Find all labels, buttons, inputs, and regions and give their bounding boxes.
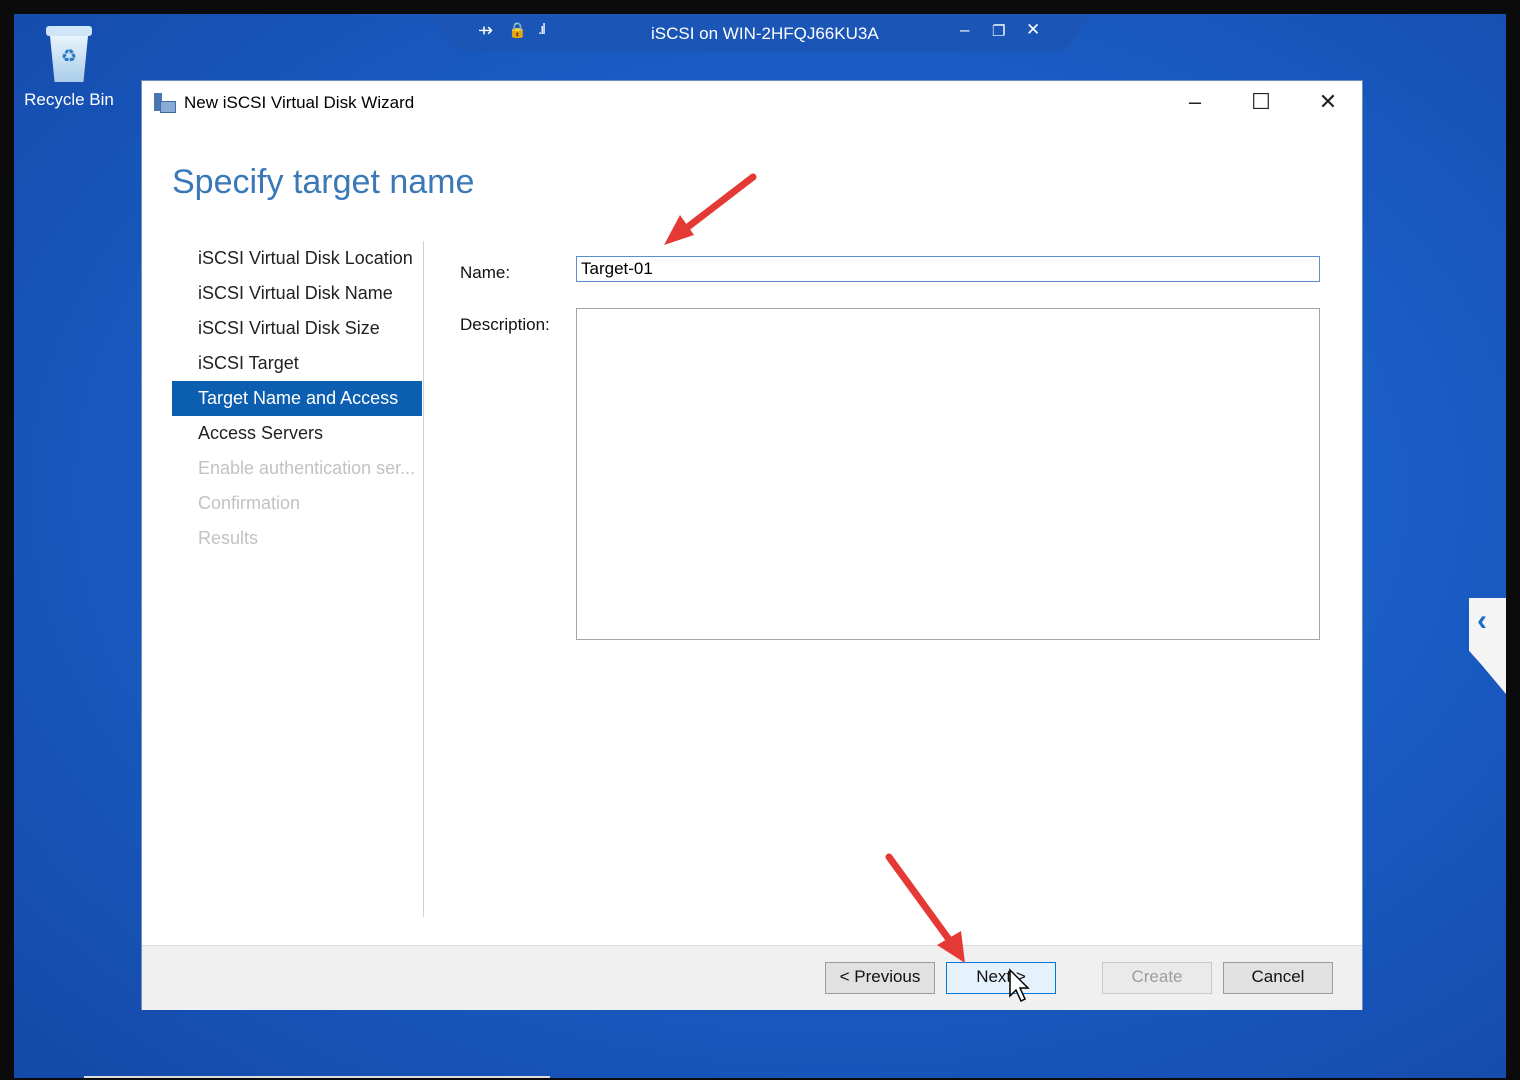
side-panel-tab[interactable]: ‹	[1469, 598, 1506, 694]
name-input[interactable]	[576, 256, 1320, 282]
annotation-arrow-next	[885, 853, 965, 963]
chevron-left-icon: ‹	[1477, 604, 1487, 637]
close-button[interactable]: ✕	[1308, 87, 1348, 117]
create-button: Create	[1102, 962, 1212, 994]
step-target-name-access[interactable]: Target Name and Access	[172, 381, 422, 416]
maximize-button[interactable]: ☐	[1241, 87, 1281, 117]
lock-icon[interactable]: 🔒	[508, 21, 527, 39]
remote-minimize-button[interactable]: –	[960, 20, 969, 40]
step-disk-size[interactable]: iSCSI Virtual Disk Size	[172, 311, 422, 346]
recycle-bin[interactable]: ♻ Recycle Bin	[24, 26, 114, 110]
step-access-servers[interactable]: Access Servers	[172, 416, 422, 451]
recycle-bin-icon: ♻	[44, 26, 94, 84]
button-bar: < Previous Next > Create Cancel	[142, 945, 1362, 1010]
remote-connection-bar: ⇸ 🔒 .ıl iSCSI on WIN-2HFQJ66KU3A – ❐ ✕	[426, 14, 1096, 52]
step-disk-name[interactable]: iSCSI Virtual Disk Name	[172, 276, 422, 311]
description-input[interactable]	[576, 308, 1320, 640]
title-bar: New iSCSI Virtual Disk Wizard – ☐ ✕	[142, 81, 1362, 123]
signal-icon[interactable]: .ıl	[538, 21, 546, 38]
step-confirmation: Confirmation	[198, 493, 301, 513]
window-title: New iSCSI Virtual Disk Wizard	[184, 93, 415, 112]
step-enable-authentication: Enable authentication ser...	[198, 458, 416, 478]
name-label: Name:	[460, 263, 511, 282]
pin-icon[interactable]: ⇸	[478, 20, 493, 41]
mouse-cursor-icon	[1009, 968, 1030, 1003]
recycle-bin-label: Recycle Bin	[24, 90, 114, 109]
description-label: Description:	[460, 315, 550, 334]
step-disk-location[interactable]: iSCSI Virtual Disk Location	[172, 241, 422, 276]
wizard-app-icon	[154, 93, 176, 113]
annotation-arrow-name	[664, 173, 757, 245]
remote-close-button[interactable]: ✕	[1026, 20, 1040, 40]
page-title: Specify target name	[172, 163, 475, 201]
step-results: Results	[198, 528, 259, 548]
remote-session-title: iSCSI on WIN-2HFQJ66KU3A	[651, 24, 879, 43]
step-iscsi-target[interactable]: iSCSI Target	[172, 346, 422, 381]
taskbar-edge	[84, 1076, 550, 1078]
cancel-button[interactable]: Cancel	[1223, 962, 1333, 994]
steps-divider	[423, 241, 424, 917]
wizard-steps: iSCSI Virtual Disk Location iSCSI Virtua…	[172, 241, 422, 556]
remote-restore-button[interactable]: ❐	[992, 22, 1005, 40]
minimize-button[interactable]: –	[1175, 87, 1215, 117]
